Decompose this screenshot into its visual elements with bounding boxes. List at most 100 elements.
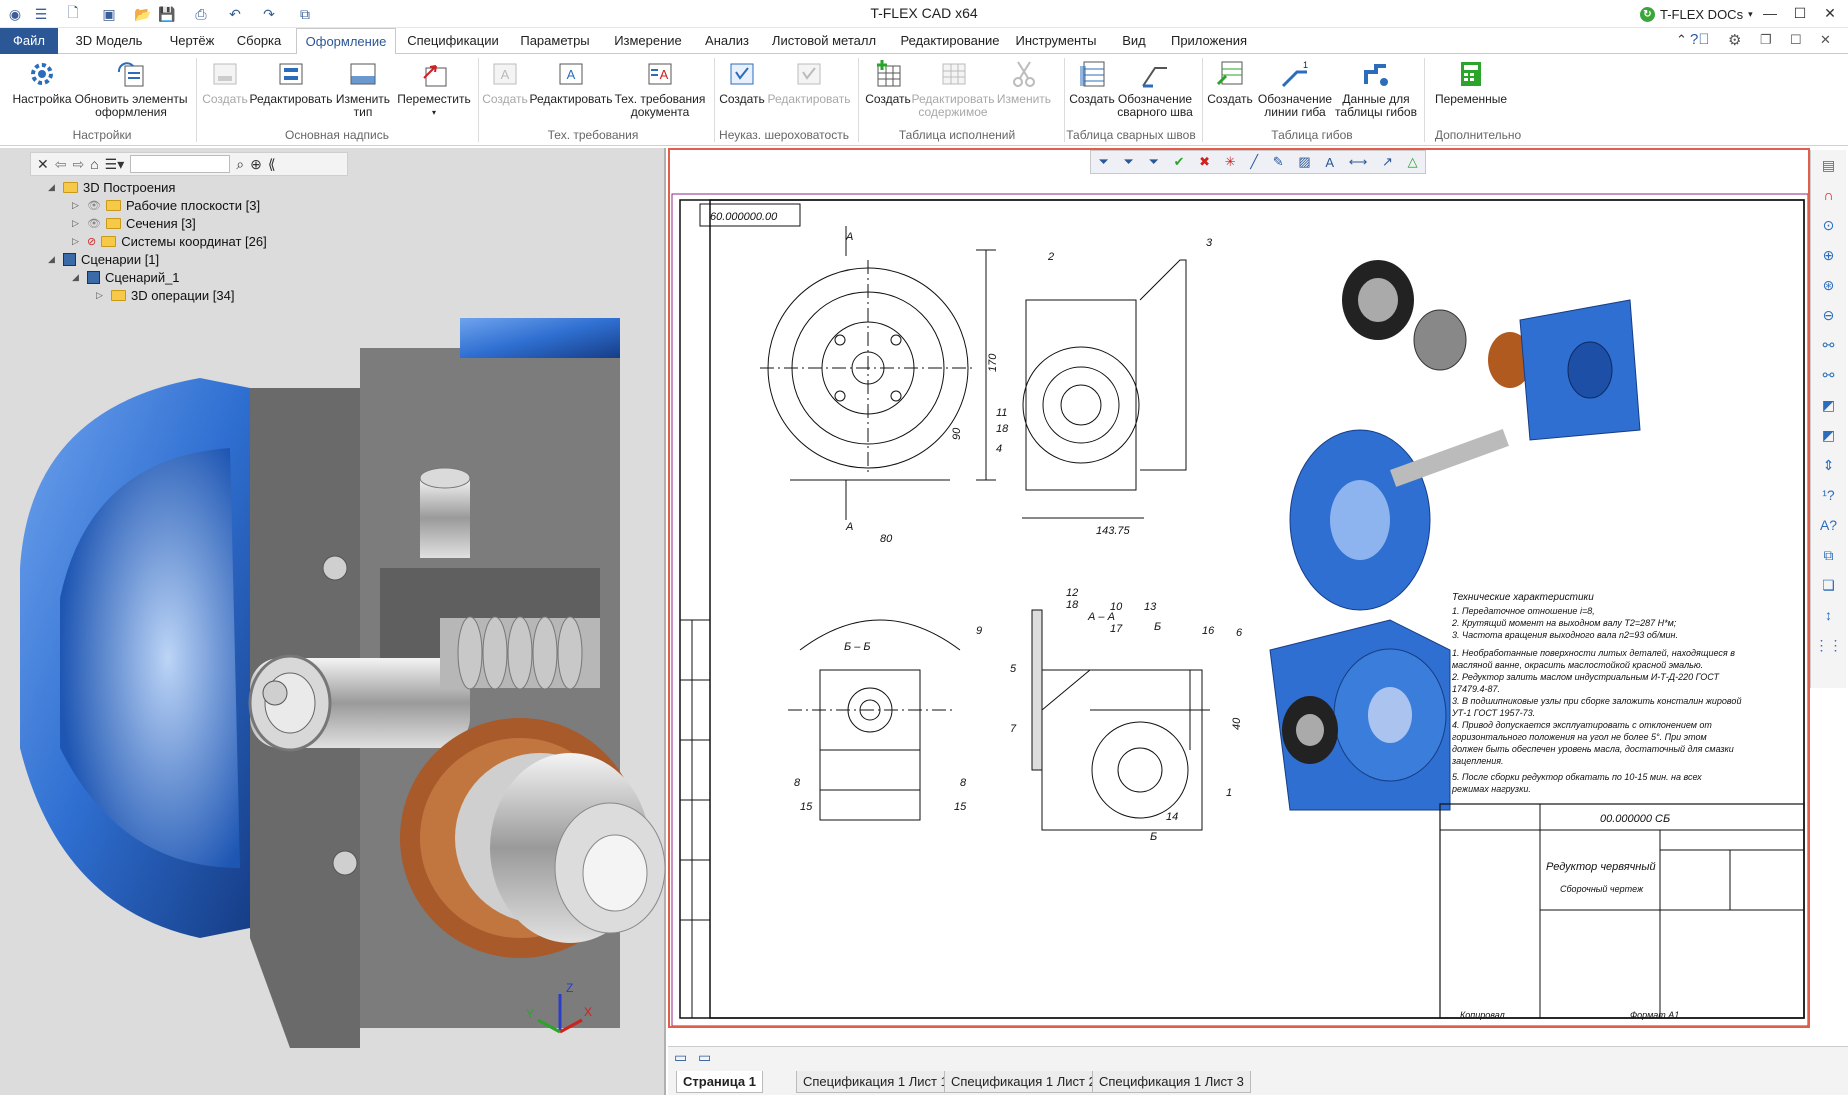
cubes-check-icon[interactable]: ◩ — [1817, 424, 1841, 446]
vertical-dim-icon[interactable]: ↕ — [1817, 604, 1841, 626]
collapse-panel-icon[interactable]: ⟪ — [268, 156, 276, 173]
page-tab-spec-3[interactable]: Спецификация 1 Лист 3 — [1092, 1071, 1251, 1093]
tab-measure[interactable]: Измерение — [606, 28, 690, 54]
forward-icon[interactable]: ⇨ — [72, 156, 84, 173]
table-change-button[interactable]: Изменить — [996, 58, 1052, 106]
collapsed-arrow-icon[interactable]: ▷ — [72, 218, 82, 229]
page-tab-spec-1[interactable]: Спецификация 1 Лист 1 — [796, 1071, 955, 1093]
bend-mark-button[interactable]: 1 Обозначение линии гиба — [1254, 58, 1336, 119]
new-3d-icon[interactable]: ▣ — [98, 4, 120, 24]
glasses-alt-icon[interactable]: ⚯ — [1817, 364, 1841, 386]
single-view-icon[interactable]: ▭ — [698, 1049, 711, 1066]
zoom-icon[interactable]: ⊙ — [1817, 214, 1841, 236]
tab-annotation[interactable]: Оформление — [296, 28, 396, 55]
docs-button[interactable]: ↻ T-FLEX DOCs ▾ — [1640, 4, 1753, 24]
filter-list-icon[interactable]: ⏷ — [1148, 154, 1158, 170]
table-edit-button[interactable]: Редактировать содержимое — [910, 58, 996, 119]
undo-icon[interactable]: ↶ — [224, 4, 246, 24]
filter-icon[interactable]: ⏷ — [1098, 154, 1108, 170]
drawing-viewport[interactable]: 60.000000.00 А А 170 90 80 143.75 Б – Б … — [668, 148, 1810, 1028]
target-icon[interactable]: ⊕ — [250, 156, 262, 173]
save-icon[interactable]: 💾 — [156, 4, 178, 24]
maximize-doc-icon[interactable]: ☐ — [1790, 32, 1802, 48]
techreq-create-button[interactable]: A Создать — [480, 58, 530, 106]
snap-point-icon[interactable]: ✳ — [1225, 154, 1236, 170]
tab-sheet-metal[interactable]: Листовой металл — [766, 28, 882, 54]
pencil-icon[interactable]: ✎ — [1273, 154, 1284, 170]
tree-item-scenario-1[interactable]: ◢ Сценарий_1 — [72, 268, 180, 286]
dimension-icon[interactable]: ⟷ — [1349, 154, 1368, 170]
help-icon[interactable]: ?⃝ — [1690, 31, 1710, 48]
tab-drawing[interactable]: Чертёж — [158, 28, 226, 54]
home-icon[interactable]: ⌂ — [90, 156, 98, 172]
cube-check-icon[interactable]: ◩ — [1817, 394, 1841, 416]
tree-item-3d-operations[interactable]: ▷ 3D операции [34] — [96, 286, 234, 304]
minimize-button[interactable]: — — [1756, 2, 1784, 24]
eye-icon[interactable]: 👁 — [87, 217, 101, 230]
list-view-icon[interactable]: ☰▾ — [105, 156, 125, 173]
open-file-icon[interactable]: 📂 — [132, 4, 154, 24]
shapes-icon[interactable]: △ — [1408, 154, 1418, 170]
change-type-button[interactable]: Изменить тип — [332, 58, 394, 119]
check-filter-icon[interactable]: ✔ — [1174, 154, 1185, 170]
maximize-button[interactable]: ☐ — [1786, 2, 1814, 24]
variables-button[interactable]: Переменные — [1428, 58, 1514, 106]
glasses-icon[interactable]: ⚯ — [1817, 334, 1841, 356]
filter-input[interactable] — [130, 155, 231, 173]
collapsed-arrow-icon[interactable]: ▷ — [72, 200, 82, 211]
text-note-icon[interactable]: A? — [1817, 514, 1841, 536]
zoom-all-icon[interactable]: ⊛ — [1817, 274, 1841, 296]
close-doc-icon[interactable]: ✕ — [1820, 32, 1831, 48]
text-icon[interactable]: A — [1325, 155, 1334, 170]
close-window-button[interactable]: ✕ — [1816, 2, 1844, 24]
titleblock-create-button[interactable]: Создать — [200, 58, 250, 106]
tab-view[interactable]: Вид — [1106, 28, 1162, 54]
print-icon[interactable]: ⎙ — [190, 4, 212, 24]
align-icon[interactable]: ⇕ — [1817, 454, 1841, 476]
redo-icon[interactable]: ↷ — [258, 4, 280, 24]
tab-parameters[interactable]: Параметры — [512, 28, 598, 54]
gear-icon[interactable]: ⚙ — [1728, 31, 1741, 49]
titleblock-edit-button[interactable]: Редактировать — [248, 58, 334, 106]
bend-create-button[interactable]: Создать — [1204, 58, 1256, 106]
main-menu-icon[interactable]: ☰ — [30, 4, 52, 24]
back-icon[interactable]: ⇦ — [55, 156, 67, 173]
tree-item-coordinate-systems[interactable]: ▷ ⊘ Системы координат [26] — [72, 232, 267, 250]
search-icon[interactable]: ⌕ — [236, 156, 244, 173]
grid-icon[interactable]: ⋮⋮ — [1815, 634, 1843, 656]
magnet-icon[interactable]: ∩ — [1817, 184, 1841, 206]
tree-item-sections[interactable]: ▷ 👁 Сечения [3] — [72, 214, 196, 232]
techreq-edit-button[interactable]: A Редактировать — [528, 58, 614, 106]
properties-icon[interactable]: ⧉ — [294, 4, 316, 24]
note-icon[interactable]: ¹? — [1817, 484, 1841, 506]
table-create-button[interactable]: Создать — [862, 58, 914, 106]
app-logo-icon[interactable]: ◉ — [4, 4, 26, 24]
move-button[interactable]: Переместить ▾ — [394, 58, 474, 119]
weld-mark-button[interactable]: Обозначение сварного шва — [1114, 58, 1196, 119]
zoom-window-icon[interactable]: ⊕ — [1817, 244, 1841, 266]
weld-create-button[interactable]: Создать — [1066, 58, 1118, 106]
eye-icon[interactable]: 👁 — [87, 199, 101, 212]
tab-assembly[interactable]: Сборка — [228, 28, 290, 54]
restore-doc-icon[interactable]: ❐ — [1760, 32, 1772, 48]
panel-layout-icon[interactable]: ▤ — [1817, 154, 1841, 176]
split-view-icon[interactable]: ▭ — [674, 1049, 687, 1066]
ribbon-collapse-icon[interactable]: ⌃ — [1676, 32, 1687, 48]
tab-file[interactable]: Файл — [0, 28, 58, 54]
filter-select-icon[interactable]: ⏷ — [1123, 154, 1133, 170]
tree-item-3d-constructions[interactable]: ◢ 3D Построения — [48, 178, 175, 196]
expanded-arrow-icon[interactable]: ◢ — [48, 254, 58, 265]
hatch-icon[interactable]: ▨ — [1298, 154, 1310, 170]
roughness-edit-button[interactable]: Редактировать — [766, 58, 852, 106]
expanded-arrow-icon[interactable]: ◢ — [48, 182, 58, 193]
tree-item-scenarios[interactable]: ◢ Сценарии [1] — [48, 250, 159, 268]
roughness-create-button[interactable]: Создать — [716, 58, 768, 106]
leader-icon[interactable]: ↗ — [1382, 154, 1393, 170]
techreq-doc-button[interactable]: A Тех. требования документа — [614, 58, 706, 119]
settings-button[interactable]: Настройка — [8, 58, 76, 106]
collapsed-arrow-icon[interactable]: ▷ — [72, 236, 82, 247]
tab-specifications[interactable]: Спецификации — [402, 28, 504, 54]
collapsed-arrow-icon[interactable]: ▷ — [96, 290, 106, 301]
bend-data-button[interactable]: Данные для таблицы гибов — [1332, 58, 1420, 119]
clear-filter-icon[interactable]: ✖ — [1199, 154, 1210, 170]
